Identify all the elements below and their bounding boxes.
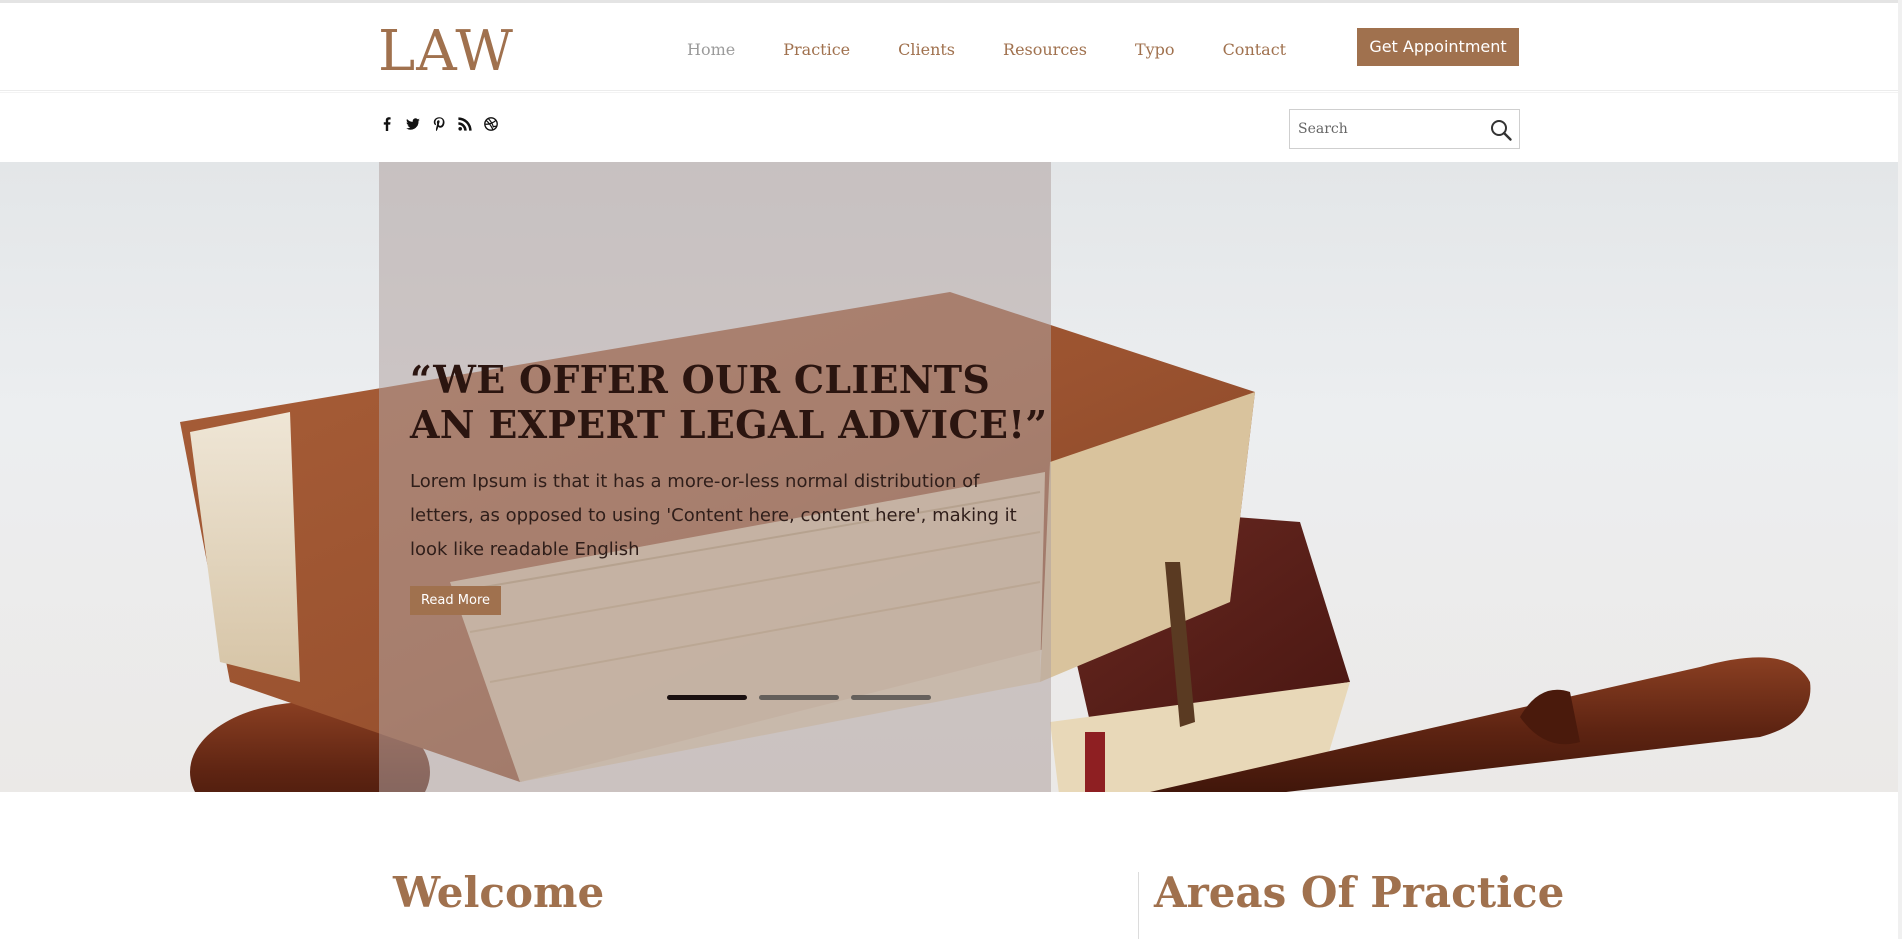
read-more-button[interactable]: Read More bbox=[410, 586, 501, 615]
nav-practice[interactable]: Practice bbox=[783, 38, 850, 62]
get-appointment-button[interactable]: Get Appointment bbox=[1357, 28, 1519, 66]
social-links bbox=[380, 117, 498, 131]
main-nav: Home Practice Clients Resources Typo Con… bbox=[687, 38, 1334, 62]
hero-text: Lorem Ipsum is that it has a more-or-les… bbox=[410, 471, 1017, 560]
twitter-icon[interactable] bbox=[406, 117, 420, 131]
slider-dot-1[interactable] bbox=[667, 695, 747, 700]
search-input[interactable] bbox=[1290, 110, 1480, 148]
facebook-icon[interactable] bbox=[380, 117, 394, 131]
search-icon[interactable] bbox=[1489, 118, 1513, 142]
nav-typo[interactable]: Typo bbox=[1135, 38, 1175, 62]
section-divider bbox=[1138, 872, 1139, 939]
rss-icon[interactable] bbox=[458, 117, 472, 131]
sub-bar bbox=[0, 92, 1902, 162]
pinterest-icon[interactable] bbox=[432, 117, 446, 131]
slider-dot-2[interactable] bbox=[759, 695, 839, 700]
nav-clients[interactable]: Clients bbox=[898, 38, 955, 62]
site-logo[interactable]: LAW bbox=[378, 17, 514, 87]
areas-of-practice-heading: Areas Of Practice bbox=[1154, 868, 1565, 917]
search-box bbox=[1289, 109, 1520, 149]
hero-slider: “WE OFFER OUR CLIENTS AN EXPERT LEGAL AD… bbox=[0, 162, 1902, 792]
slider-dot-3[interactable] bbox=[851, 695, 931, 700]
dribbble-icon[interactable] bbox=[484, 117, 498, 131]
slider-pagination bbox=[667, 695, 931, 700]
hero-title: “WE OFFER OUR CLIENTS AN EXPERT LEGAL AD… bbox=[410, 357, 1048, 447]
site-header: LAW Home Practice Clients Resources Typo… bbox=[0, 3, 1902, 91]
nav-resources[interactable]: Resources bbox=[1003, 38, 1087, 62]
nav-home[interactable]: Home bbox=[687, 38, 735, 62]
nav-contact[interactable]: Contact bbox=[1223, 38, 1287, 62]
welcome-heading: Welcome bbox=[393, 868, 605, 917]
page-scrollbar[interactable] bbox=[1898, 0, 1902, 939]
